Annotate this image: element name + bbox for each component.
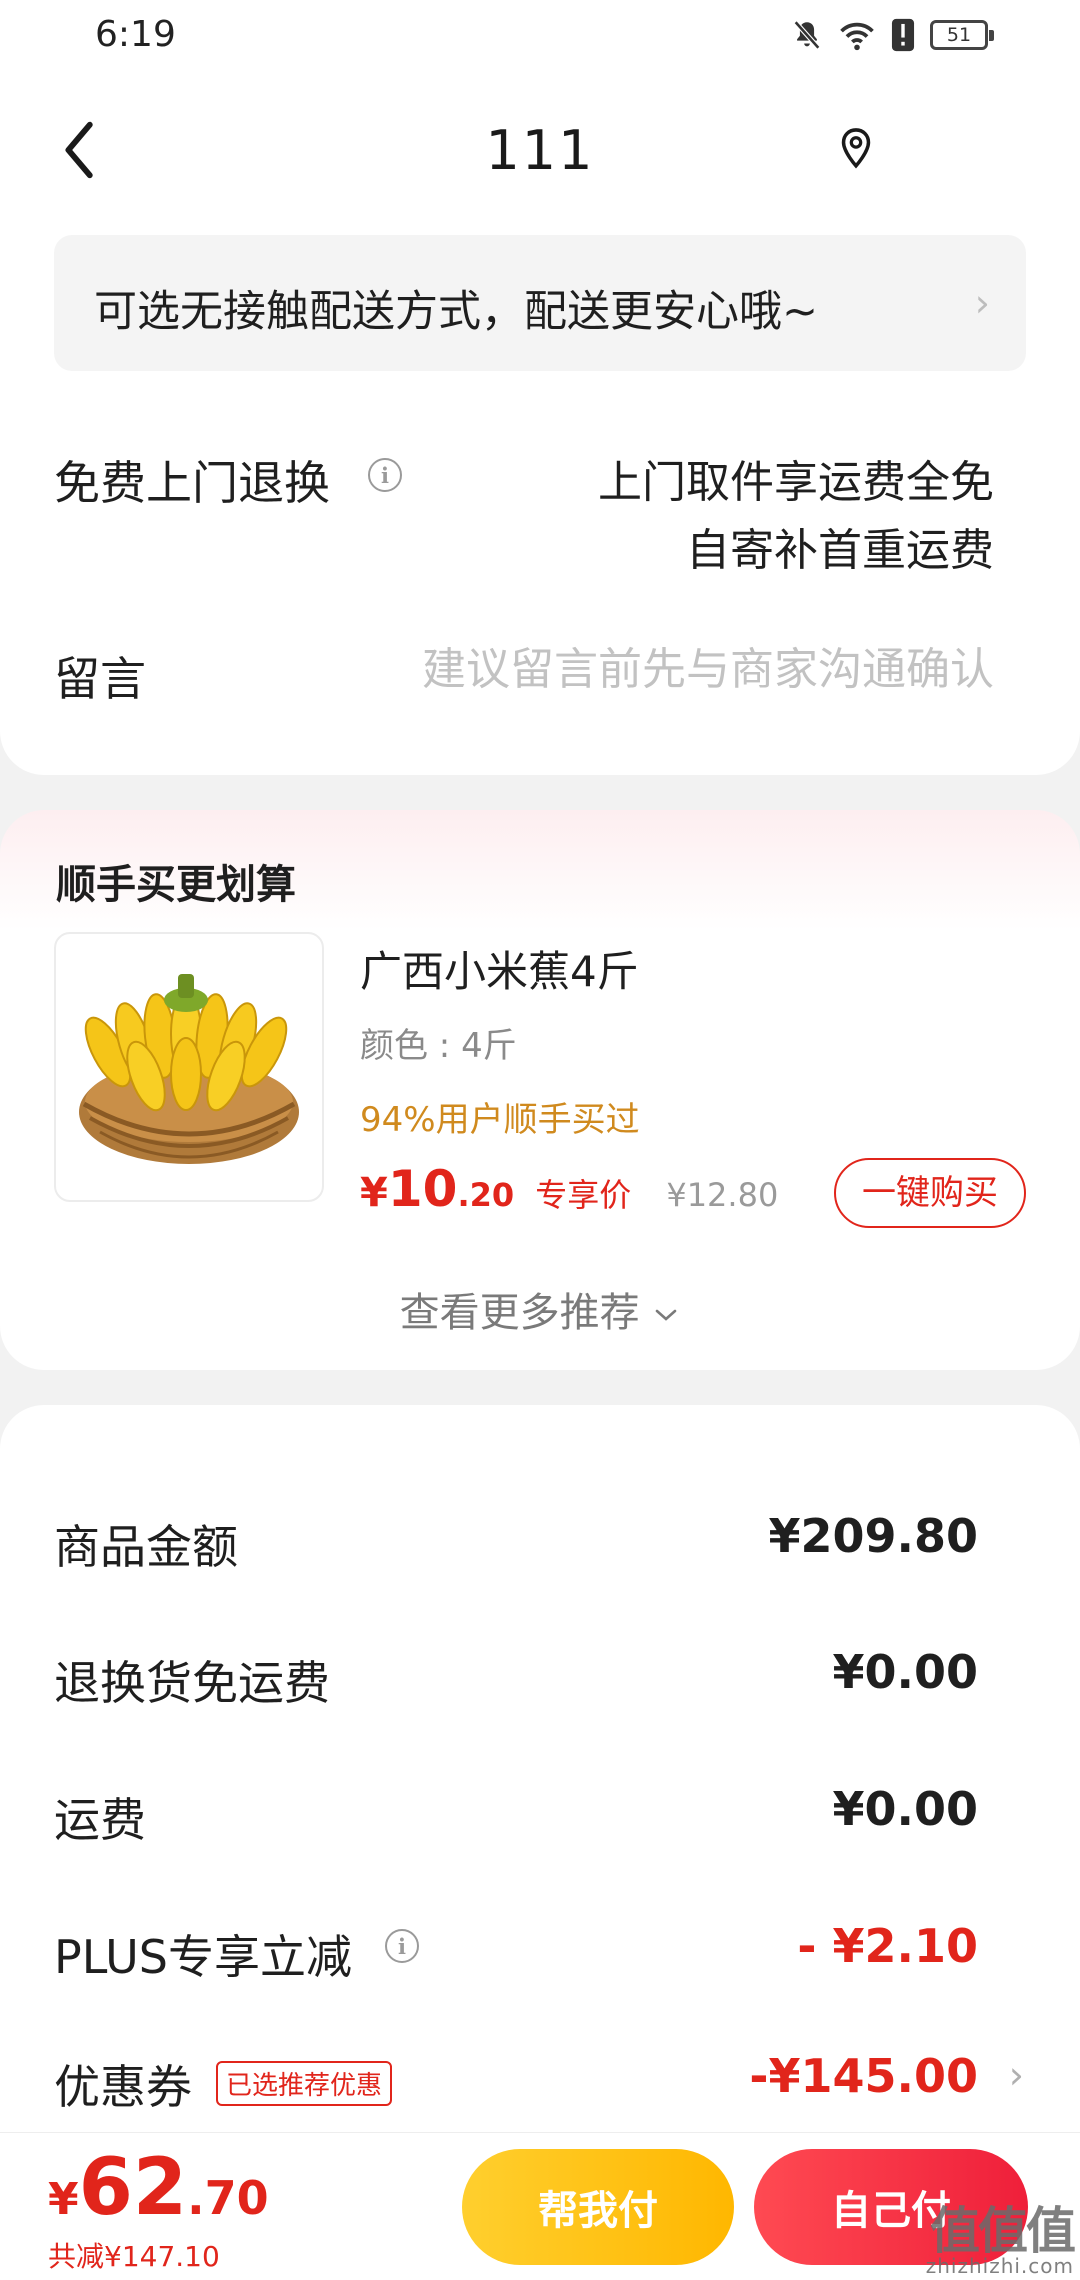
one-click-buy-button[interactable]: 一键购买 bbox=[834, 1158, 1026, 1228]
original-price: ¥12.80 bbox=[666, 1176, 779, 1214]
alert-icon bbox=[891, 18, 915, 52]
notice-text: 可选无接触配送方式，配送更安心哦~ bbox=[94, 287, 819, 337]
free-return-description: 上门取件享运费全免 自寄补首重运费 bbox=[598, 449, 994, 585]
location-button[interactable] bbox=[838, 127, 874, 171]
chevron-down-icon bbox=[656, 1309, 677, 1321]
summary-label: 退换货免运费 bbox=[54, 1656, 330, 1710]
order-info-card: 111 可选无接触配送方式，配送更安心哦~ › 免费上门退换 i 上门取件享运费… bbox=[0, 75, 1080, 775]
contactless-delivery-notice[interactable]: 可选无接触配送方式，配送更安心哦~ › bbox=[54, 235, 1026, 371]
recommendation-card: 顺手买更划算 广西小米蕉4斤 颜色 : 4斤 94%用户顺手买过 ¥10.20 … bbox=[0, 810, 1080, 1370]
watermark: 值值值 zhizhizhi.com bbox=[925, 2202, 1076, 2278]
price-summary-card: 商品金额 ¥209.80 退换货免运费 ¥0.00 运费 ¥0.00 PLUS专… bbox=[0, 1405, 1080, 2145]
info-icon[interactable]: i bbox=[385, 1929, 419, 1963]
wifi-icon bbox=[840, 22, 874, 51]
total-integer: 62 bbox=[78, 2143, 188, 2233]
price-integer: 10 bbox=[387, 1160, 458, 1218]
checkout-bar: ¥62.70 共减¥147.10 帮我付 自己付 值值值 zhizhizhi.c… bbox=[0, 2132, 1080, 2280]
price-decimal: .20 bbox=[457, 1176, 515, 1214]
summary-row-plus-discount: PLUS专享立减 i - ¥2.10 bbox=[0, 1915, 1080, 1985]
summary-value: ¥0.00 bbox=[832, 1645, 978, 1699]
summary-row-coupon[interactable]: 优惠券 已选推荐优惠 -¥145.00 › bbox=[0, 2045, 1080, 2115]
status-icons: 51 bbox=[790, 18, 994, 52]
watermark-logo: 值值值 bbox=[930, 2202, 1076, 2260]
status-time: 6:19 bbox=[95, 14, 176, 55]
location-pin-icon bbox=[841, 128, 871, 169]
more-recommendations-link[interactable]: 查看更多推荐 bbox=[0, 1280, 1080, 1338]
return-desc-line1: 上门取件享运费全免 bbox=[598, 457, 994, 508]
chevron-right-icon: › bbox=[1008, 2053, 1024, 2097]
message-input[interactable] bbox=[340, 637, 994, 701]
product-price: ¥10.20 专享价 ¥12.80 bbox=[360, 1160, 778, 1218]
summary-row-shipping: 运费 ¥0.00 bbox=[0, 1778, 1080, 1848]
banana-bunch-image bbox=[79, 974, 299, 1164]
summary-value: - ¥2.10 bbox=[797, 1919, 978, 1973]
info-icon[interactable]: i bbox=[368, 458, 402, 492]
total-decimal: .70 bbox=[187, 2171, 269, 2225]
total-currency: ¥ bbox=[48, 2174, 79, 2225]
bell-off-icon bbox=[793, 20, 821, 50]
status-bar: 6:19 51 bbox=[0, 0, 1080, 75]
total-price: ¥62.70 bbox=[48, 2143, 269, 2233]
summary-value: -¥145.00 bbox=[749, 2049, 978, 2103]
summary-row-goods-amount: 商品金额 ¥209.80 bbox=[0, 1505, 1080, 1575]
exclusive-price-tag: 专享价 bbox=[535, 1176, 632, 1214]
summary-label: 运费 bbox=[54, 1793, 146, 1847]
return-desc-line2: 自寄补首重运费 bbox=[686, 525, 994, 576]
product-name[interactable]: 广西小米蕉4斤 bbox=[360, 938, 639, 999]
message-label: 留言 bbox=[54, 652, 146, 706]
product-image[interactable] bbox=[54, 932, 324, 1202]
summary-row-return-shipping: 退换货免运费 ¥0.00 bbox=[0, 1641, 1080, 1711]
summary-label: 商品金额 bbox=[54, 1520, 238, 1574]
summary-label: PLUS专享立减 bbox=[54, 1930, 352, 1984]
free-return-label: 免费上门退换 bbox=[54, 456, 330, 510]
price-currency: ¥ bbox=[360, 1170, 388, 1216]
help-me-pay-button[interactable]: 帮我付 bbox=[462, 2149, 734, 2265]
watermark-url: zhizhizhi.com bbox=[925, 2254, 1074, 2278]
product-spec: 颜色 : 4斤 bbox=[360, 1026, 517, 1066]
page-title: 111 bbox=[485, 119, 595, 182]
summary-value: ¥0.00 bbox=[832, 1782, 978, 1836]
more-recommendations-label: 查看更多推荐 bbox=[399, 1290, 640, 1336]
battery-icon: 51 bbox=[930, 20, 994, 50]
chevron-right-icon: › bbox=[974, 281, 990, 325]
summary-label: 优惠券 bbox=[54, 2060, 192, 2114]
summary-value: ¥209.80 bbox=[768, 1509, 978, 1563]
recommendation-title: 顺手买更划算 bbox=[56, 862, 296, 908]
coupon-recommended-badge: 已选推荐优惠 bbox=[216, 2061, 393, 2106]
social-proof-text: 94%用户顺手买过 bbox=[360, 1100, 640, 1140]
battery-level: 51 bbox=[946, 24, 972, 46]
total-saved: 共减¥147.10 bbox=[48, 2240, 220, 2273]
